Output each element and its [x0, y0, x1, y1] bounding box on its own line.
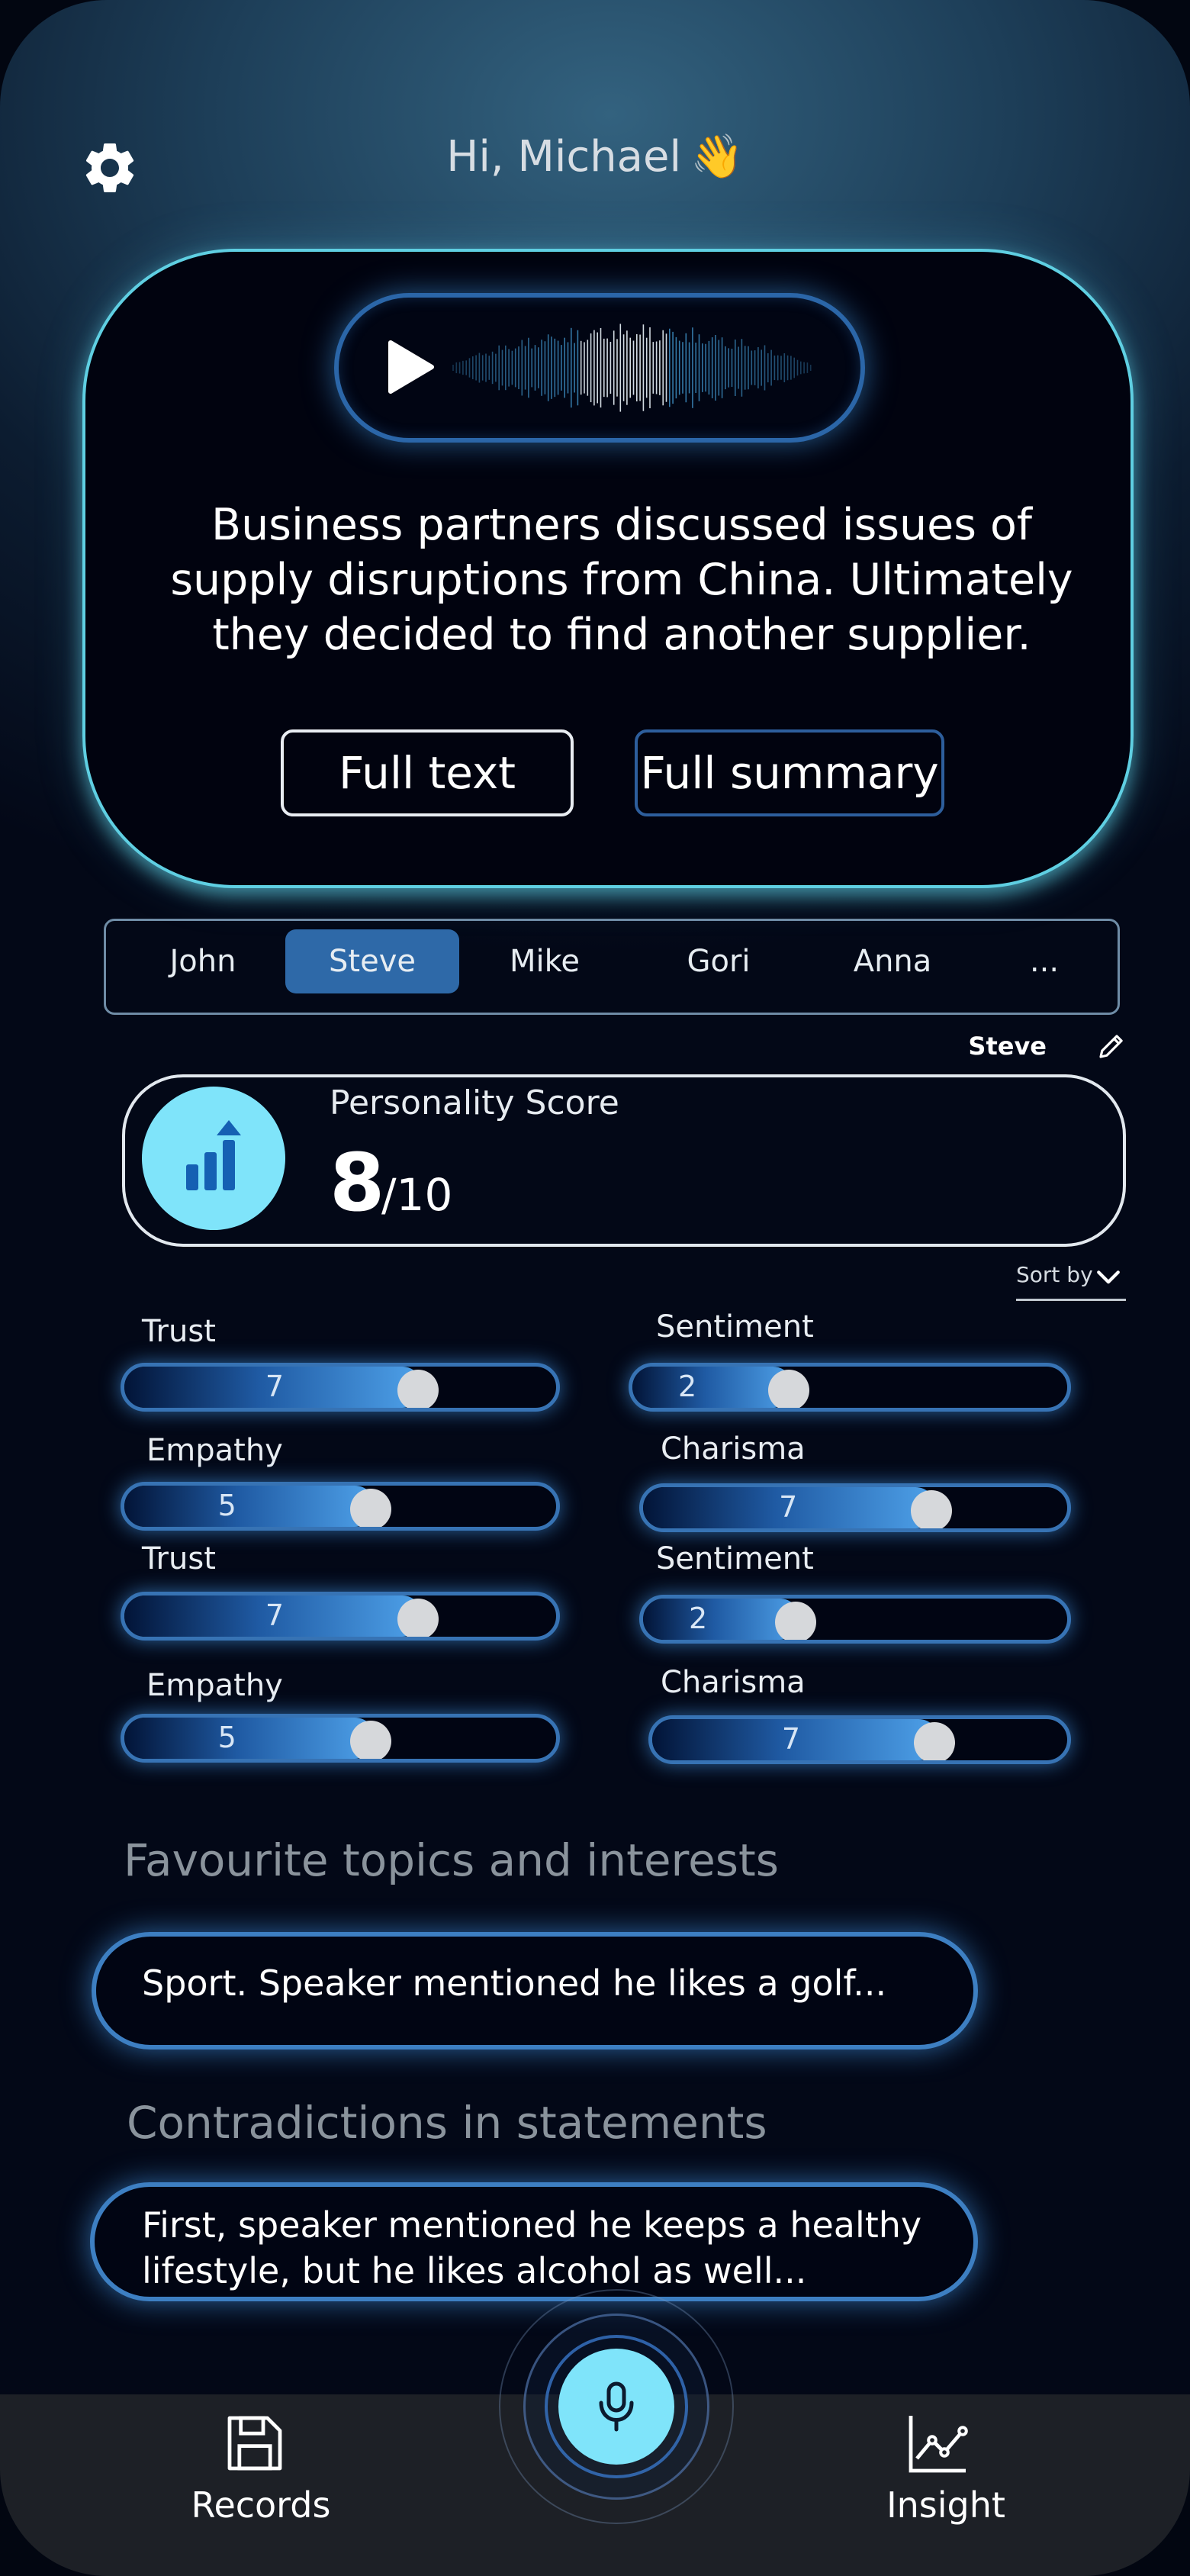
contradictions-line-2: lifestyle, but he likes alcohol as well.…: [142, 2250, 807, 2291]
slider-sentiment[interactable]: 2: [629, 1363, 1071, 1412]
tab-steve[interactable]: Steve: [285, 929, 459, 993]
trait-label-trust: Trust: [142, 1314, 216, 1349]
nav-insight-label: Insight: [886, 2484, 1005, 2526]
slider-empathy[interactable]: 5: [121, 1714, 560, 1763]
slider-value: 5: [217, 1489, 236, 1522]
slider-knob[interactable]: [913, 1722, 955, 1760]
slider-empathy[interactable]: 5: [121, 1482, 560, 1531]
slider-charisma[interactable]: 7: [648, 1715, 1071, 1764]
contradictions-card[interactable]: First, speaker mentioned he keeps a heal…: [90, 2182, 978, 2301]
greeting-text: Hi, Michael: [446, 132, 682, 182]
contradictions-heading: Contradictions in statements: [127, 2097, 767, 2149]
slider-value: 2: [689, 1602, 708, 1635]
trait-label-charisma: Charisma: [661, 1665, 806, 1700]
personality-score-title: Personality Score: [330, 1084, 619, 1122]
full-summary-button[interactable]: Full summary: [635, 729, 944, 816]
slider-trust[interactable]: 7: [121, 1363, 560, 1412]
sort-by-dropdown[interactable]: Sort by: [1016, 1259, 1126, 1301]
sort-by-label: Sort by: [1016, 1262, 1093, 1287]
bar-chart-up-icon: [142, 1087, 285, 1230]
trait-label-trust: Trust: [142, 1541, 216, 1576]
topics-card[interactable]: Sport. Speaker mentioned he likes a golf…: [92, 1932, 978, 2050]
pencil-icon[interactable]: [1095, 1030, 1127, 1062]
trait-label-sentiment: Sentiment: [656, 1541, 814, 1576]
slider-fill: [124, 1486, 375, 1527]
slider-knob[interactable]: [397, 1370, 439, 1408]
slider-knob[interactable]: [775, 1602, 817, 1640]
app-screen: Hi, Michael 👋 Business partners discussed…: [0, 0, 1190, 2576]
tab-anna[interactable]: Anna: [806, 929, 979, 993]
tab-john[interactable]: John: [116, 929, 290, 993]
tab-gori[interactable]: Gori: [632, 929, 806, 993]
slider-trust[interactable]: 7: [121, 1592, 560, 1641]
trait-label-sentiment: Sentiment: [656, 1309, 814, 1344]
topics-heading: Favourite topics and interests: [124, 1834, 779, 1886]
slider-fill: [124, 1718, 375, 1759]
personality-score-max: /10: [381, 1169, 453, 1221]
slider-charisma[interactable]: 7: [639, 1483, 1071, 1532]
trait-label-empathy: Empathy: [146, 1668, 283, 1703]
line-chart-icon: [909, 2416, 968, 2473]
slider-knob[interactable]: [768, 1370, 810, 1408]
nav-records[interactable]: Records: [177, 2404, 345, 2526]
slider-value: 2: [678, 1370, 697, 1403]
nav-insight[interactable]: Insight: [862, 2404, 1030, 2526]
nav-records-label: Records: [191, 2484, 331, 2526]
slider-value: 5: [217, 1721, 236, 1754]
greeting: Hi, Michael 👋: [0, 131, 1190, 182]
microphone-icon: [599, 2381, 634, 2432]
conversation-summary: Business partners discussed issues of su…: [170, 500, 1073, 660]
waving-hand-icon: 👋: [690, 132, 744, 182]
audio-waveform[interactable]: [450, 299, 816, 436]
play-icon[interactable]: [386, 340, 435, 394]
record-mic-button[interactable]: [558, 2349, 674, 2465]
slider-value: 7: [265, 1370, 285, 1403]
trait-label-empathy: Empathy: [146, 1433, 283, 1468]
slider-knob[interactable]: [349, 1489, 391, 1527]
chevron-down-icon: [1097, 1270, 1120, 1284]
slider-knob[interactable]: [911, 1490, 953, 1528]
selected-speaker: Steve: [968, 1032, 1047, 1061]
contradictions-line-1: First, speaker mentioned he keeps a heal…: [142, 2204, 922, 2246]
slider-value: 7: [265, 1599, 285, 1632]
tab-mike[interactable]: Mike: [458, 929, 632, 993]
floppy-disk-icon: [227, 2416, 282, 2471]
slider-knob[interactable]: [349, 1721, 391, 1759]
slider-knob[interactable]: [397, 1599, 439, 1637]
trait-label-charisma: Charisma: [661, 1431, 806, 1467]
slider-value: 7: [779, 1490, 798, 1524]
slider-sentiment[interactable]: 2: [639, 1595, 1071, 1644]
tab-more[interactable]: ...: [957, 929, 1132, 993]
slider-value: 7: [781, 1722, 801, 1756]
personality-score-value: 8: [330, 1136, 385, 1229]
full-text-button[interactable]: Full text: [281, 729, 574, 816]
